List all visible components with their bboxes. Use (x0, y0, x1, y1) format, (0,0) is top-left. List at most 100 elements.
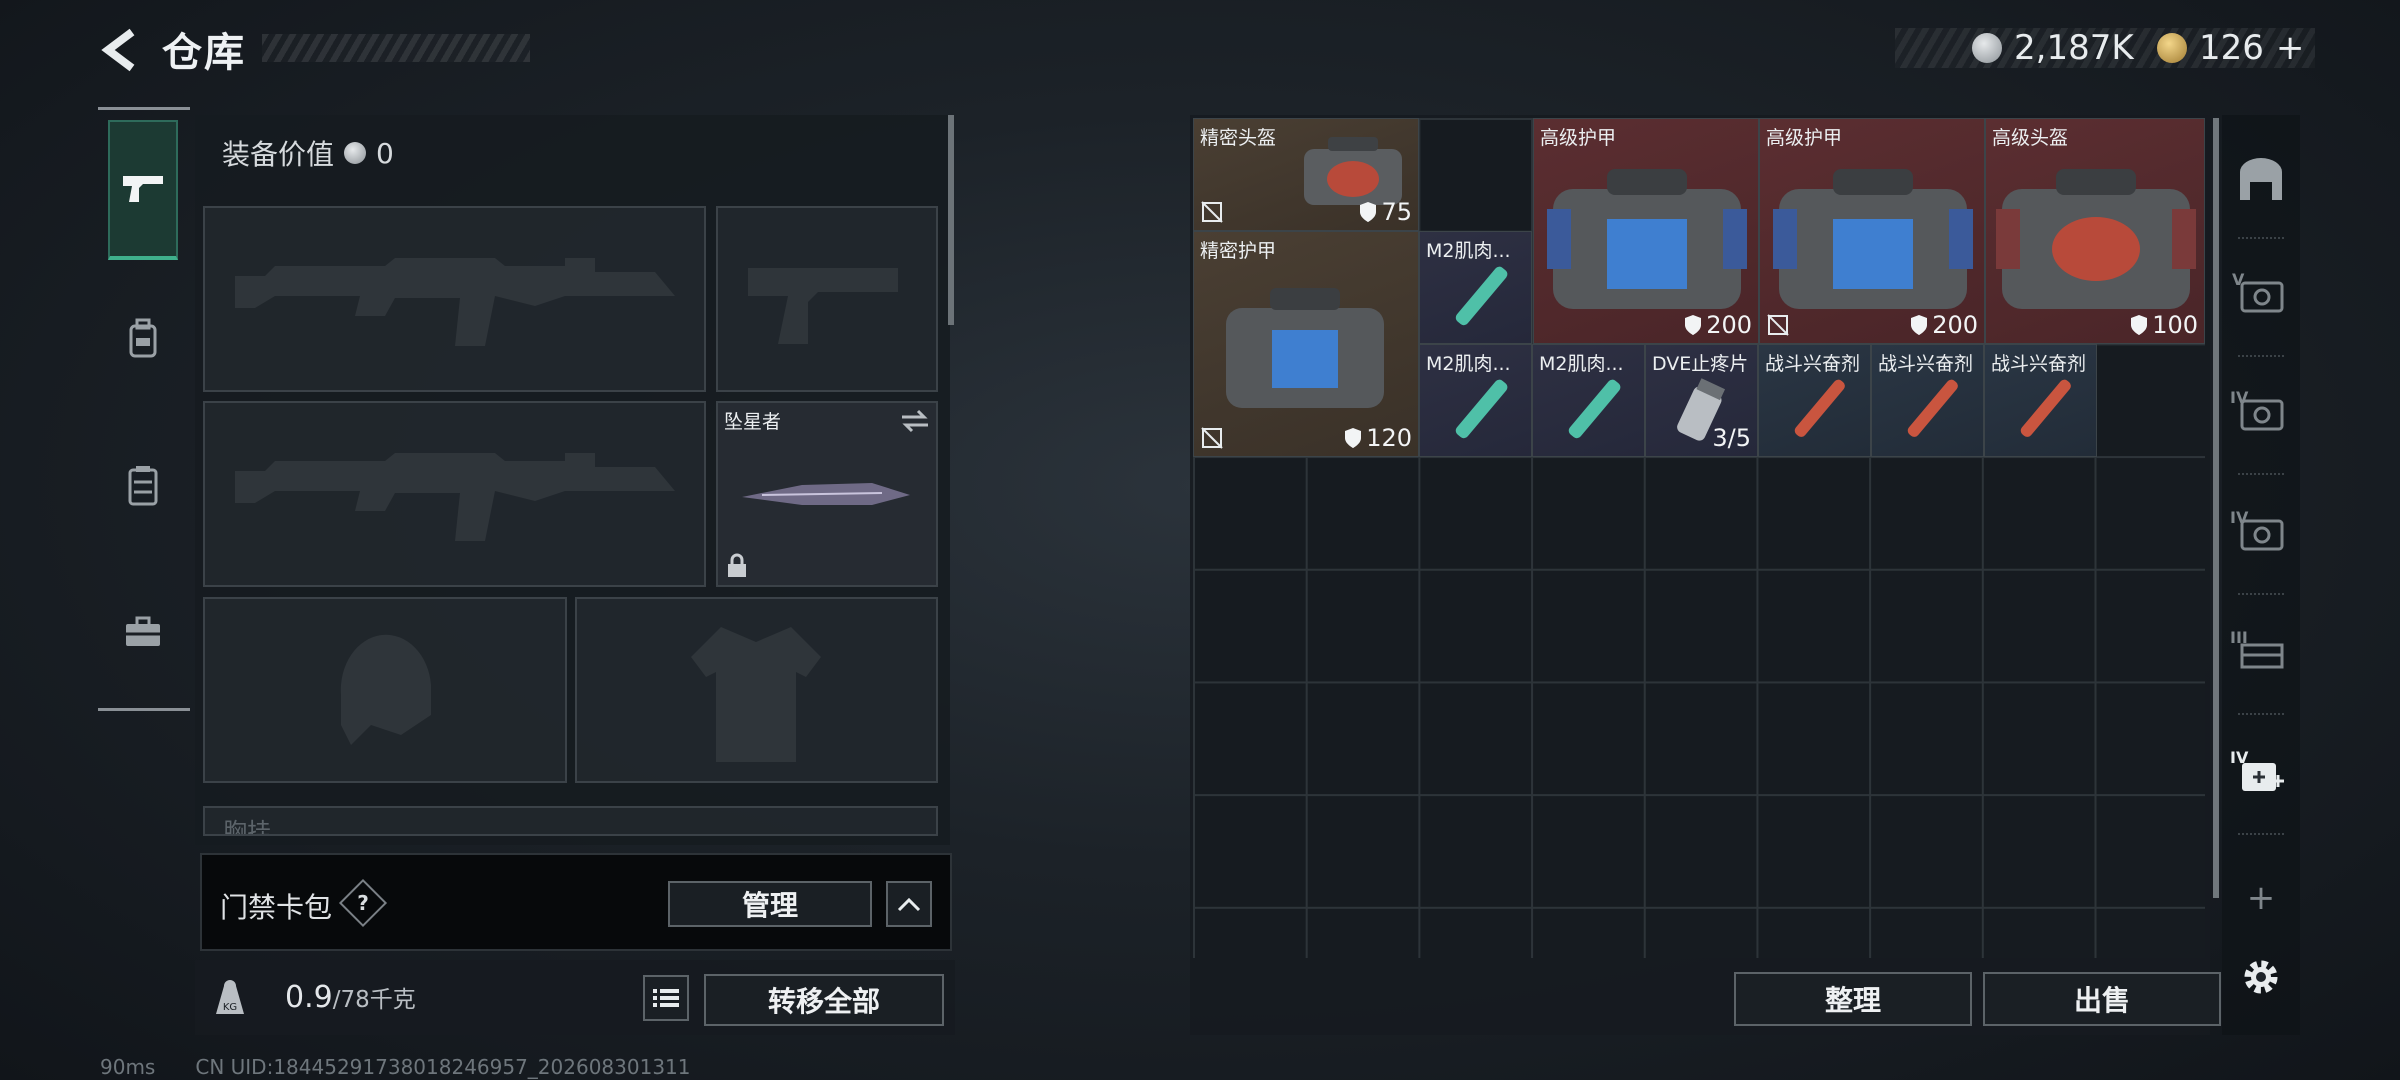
tab-column-bottom-border (98, 708, 190, 711)
shield-icon (1345, 428, 1362, 448)
shield-icon (2131, 315, 2148, 335)
storage-item[interactable]: 战斗兴奋剂 (1984, 344, 2097, 457)
helmet-silhouette-icon (340, 634, 431, 745)
chest-rig-label: 胸挂 (223, 818, 271, 836)
tier-label: V (2232, 270, 2245, 289)
item-value: 3/5 (1712, 424, 1751, 452)
storage-item[interactable]: 高级护甲 200 (1759, 118, 1985, 344)
shield-icon (1911, 315, 1928, 335)
rifle-silhouette-icon (235, 258, 675, 346)
storage-item[interactable]: DVE止疼片 3/5 (1645, 344, 1758, 457)
lock-icon (728, 553, 746, 577)
separator (2238, 473, 2284, 475)
back-arrow-icon (101, 28, 135, 72)
filter-tier-iv[interactable]: IV (2228, 380, 2294, 446)
filter-tier-iv-2[interactable]: IV (2228, 500, 2294, 566)
item-name: 精密护甲 (1200, 240, 1277, 262)
filter-tier-v[interactable]: V (2228, 262, 2294, 328)
status-bar: 90ms CN UID:18445291738018246957_2026083… (100, 1055, 691, 1079)
filter-add-tier-iv[interactable]: IV (2228, 742, 2294, 808)
primary-weapon-slot[interactable] (203, 206, 706, 392)
injector-icon (1455, 379, 1508, 439)
separator (2238, 713, 2284, 715)
sell-button[interactable]: 出售 (1983, 972, 2221, 1026)
storage-item[interactable]: 精密头盔 75 (1193, 118, 1419, 231)
separator (2238, 833, 2284, 835)
item-name: 战斗兴奋剂 (1991, 353, 2087, 375)
item-name: M2肌肉... (1426, 240, 1511, 262)
storage-item[interactable]: M2肌肉... (1419, 231, 1532, 344)
add-filter-button[interactable]: + (2228, 865, 2294, 931)
armor-case-icon (1773, 169, 1973, 309)
item-value: 200 (1910, 311, 1978, 339)
currency-silver: 2,187K (1972, 28, 2134, 68)
sidearm-slot[interactable] (716, 206, 938, 392)
rifle-silhouette-icon (235, 453, 675, 541)
armor-silhouette-icon (691, 627, 821, 762)
silver-coin-icon (344, 142, 367, 164)
storage-item[interactable]: 精密护甲 120 (1193, 231, 1419, 457)
separator (2238, 593, 2284, 595)
stimulant-icon (2020, 379, 2071, 437)
currency-gold-value: 126 (2199, 28, 2264, 68)
transfer-all-button[interactable]: 转移全部 (704, 974, 944, 1026)
list-view-button[interactable] (643, 975, 689, 1021)
chevron-up-icon (897, 897, 921, 912)
no-sell-icon (1201, 427, 1223, 449)
chest-rig-slot[interactable]: 胸挂 (203, 806, 938, 836)
helmet-slot[interactable] (203, 597, 567, 783)
tab-weapons[interactable] (108, 120, 178, 260)
chest-rig-icon (128, 466, 158, 506)
pistol-silhouette-icon (748, 268, 898, 344)
title-decoration (262, 34, 530, 62)
item-name: 高级护甲 (1766, 127, 1843, 149)
loadout-scrollbar[interactable] (948, 115, 954, 325)
storage-scrollbar[interactable] (2213, 118, 2219, 898)
back-button[interactable] (95, 22, 145, 78)
gold-coin-icon (2157, 33, 2187, 63)
filter-all[interactable] (2228, 146, 2294, 212)
ping: 90ms (100, 1055, 156, 1079)
tab-chest-rig[interactable] (108, 415, 178, 555)
secondary-weapon-slot[interactable] (203, 401, 706, 587)
armor-case-icon (1547, 169, 1747, 309)
swap-icon[interactable] (900, 409, 930, 433)
armor-slot[interactable] (575, 597, 938, 783)
tab-backpack[interactable] (108, 268, 178, 408)
settings-button[interactable] (2228, 944, 2294, 1010)
expand-button[interactable] (886, 881, 932, 927)
no-sell-icon (1767, 314, 1789, 336)
weight-icon: KG (210, 978, 250, 1018)
tier-label: III (2230, 628, 2248, 647)
manage-button[interactable]: 管理 (668, 881, 872, 927)
toolbox-icon (126, 616, 160, 646)
tab-toolbox[interactable] (108, 562, 178, 702)
item-name: 精密头盔 (1200, 127, 1277, 149)
storage-item[interactable]: 高级护甲 200 (1533, 118, 1759, 344)
knife-icon (742, 483, 910, 505)
add-currency-icon[interactable]: + (2276, 28, 2305, 68)
tab-column-top-border (98, 107, 190, 110)
melee-slot[interactable]: 坠星者 (716, 401, 938, 587)
storage-item[interactable]: 高级头盔 100 (1985, 118, 2205, 344)
storage-item[interactable]: M2肌肉... (1532, 344, 1645, 457)
tier-label: IV (2230, 388, 2249, 407)
weight-max: /78千克 (332, 987, 416, 1013)
item-value: 100 (2130, 311, 2198, 339)
separator (2238, 237, 2284, 239)
tidy-button[interactable]: 整理 (1734, 972, 1972, 1026)
page-title: 仓库 (162, 30, 246, 76)
storage-item[interactable]: 战斗兴奋剂 (1871, 344, 1984, 457)
item-name: DVE止疼片 (1652, 353, 1749, 375)
weight-icon-text: KG (223, 1002, 237, 1013)
tier-label: IV (2230, 748, 2249, 767)
shield-icon (1360, 202, 1377, 222)
filter-tier-iii[interactable]: III (2228, 620, 2294, 686)
backpack-icon (129, 318, 157, 358)
help-icon: ? (357, 891, 369, 915)
item-name: 高级头盔 (1992, 127, 2069, 149)
currency-gold[interactable]: 126 + (2157, 28, 2304, 68)
storage-item[interactable]: M2肌肉... (1419, 344, 1532, 457)
armor-case-icon (1226, 288, 1384, 408)
storage-item[interactable]: 战斗兴奋剂 (1758, 344, 1871, 457)
